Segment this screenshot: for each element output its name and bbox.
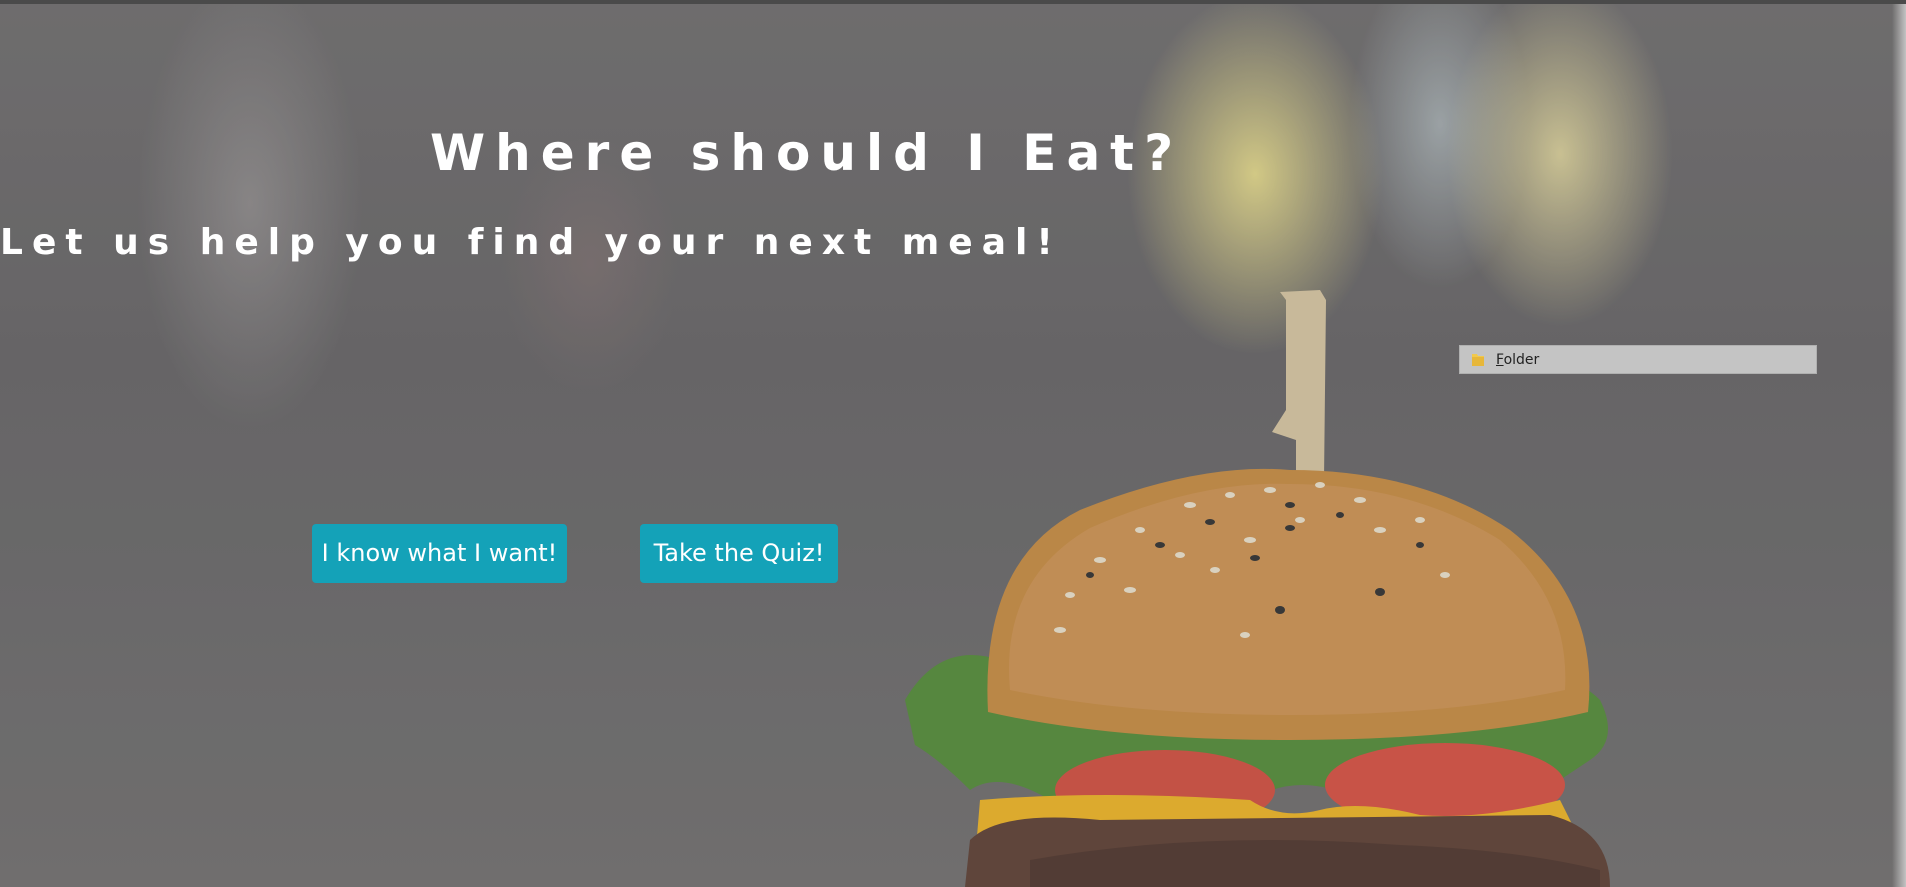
window-right-edge <box>1892 4 1906 887</box>
folder-label-rest: older <box>1503 351 1540 368</box>
folder-menu-label: Folder <box>1496 352 1539 368</box>
folder-accelerator-key: F <box>1496 351 1504 368</box>
page-title: Where should I Eat? <box>430 124 1184 182</box>
page: Where should I Eat? Let us help you find… <box>0 0 1906 887</box>
page-subtitle: Let us help you find your next meal! <box>0 222 1062 263</box>
folder-menu-item[interactable]: Folder <box>1459 345 1817 374</box>
i-know-what-i-want-button[interactable]: I know what I want! <box>312 524 567 583</box>
take-the-quiz-button[interactable]: Take the Quiz! <box>640 524 838 583</box>
folder-icon <box>1472 353 1484 366</box>
